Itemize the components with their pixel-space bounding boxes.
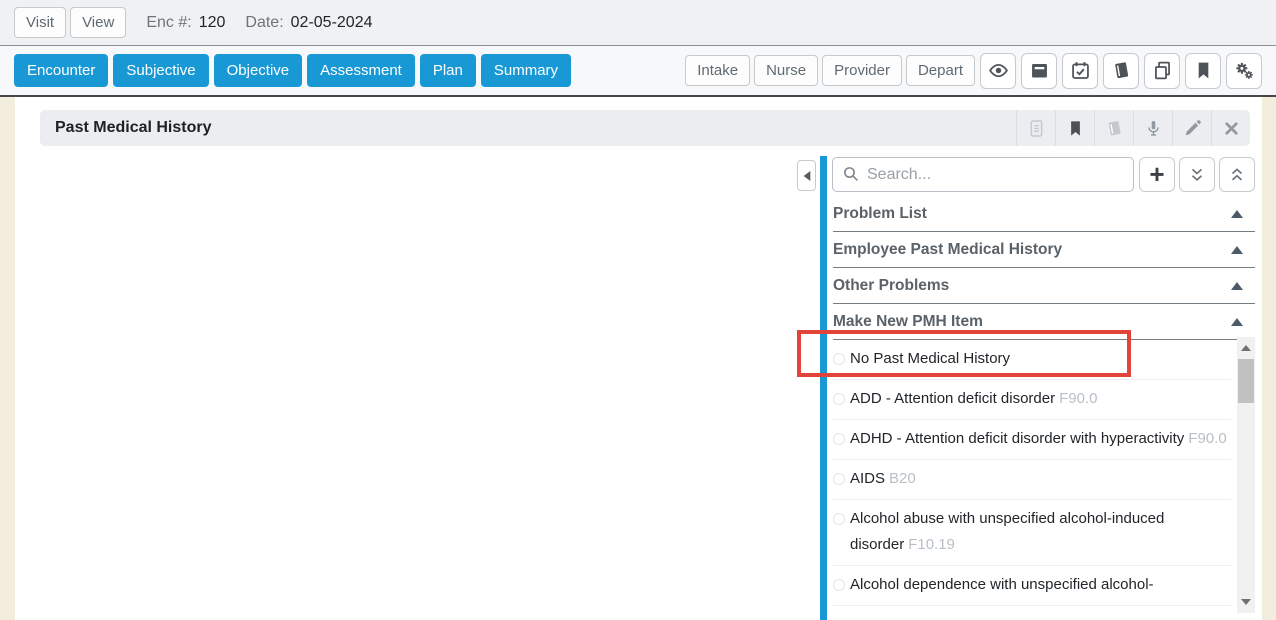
date-value: 02-05-2024 <box>291 14 373 32</box>
date-label: Date: <box>245 14 283 32</box>
icd-code: F90.0 <box>1188 430 1226 447</box>
item-label: Alcohol abuse with unspecified alcohol-i… <box>850 506 1231 558</box>
archive-icon[interactable] <box>1021 53 1057 89</box>
section-problem-list[interactable]: Problem List <box>833 196 1255 232</box>
section-other-problems[interactable]: Other Problems <box>833 268 1255 304</box>
main-toolbar: Encounter Subjective Objective Assessmen… <box>0 46 1276 97</box>
collapse-all-button[interactable] <box>1219 157 1255 192</box>
calendar-check-icon[interactable] <box>1062 53 1098 89</box>
list-item[interactable]: AIDSB20 <box>833 460 1231 500</box>
icd-code: F10.19 <box>908 536 955 553</box>
radio-circle-icon <box>833 433 845 445</box>
double-chevron-up-icon <box>1228 166 1246 184</box>
radio-circle-icon <box>833 579 845 591</box>
scroll-down-arrow-icon[interactable] <box>1237 593 1255 611</box>
radio-circle-icon <box>833 513 845 525</box>
enc-value: 120 <box>199 14 226 32</box>
document-icon[interactable] <box>1016 110 1055 146</box>
panel-splitter-bar[interactable] <box>820 156 827 620</box>
double-chevron-down-icon <box>1188 166 1206 184</box>
item-label: AIDSB20 <box>850 466 916 492</box>
visit-button[interactable]: Visit <box>14 7 66 38</box>
tab-subjective[interactable]: Subjective <box>113 54 208 87</box>
form-page: Past Medical History <box>15 97 1262 620</box>
icd-code: B20 <box>889 470 916 487</box>
tab-assessment[interactable]: Assessment <box>307 54 415 87</box>
add-item-button[interactable]: + <box>1139 157 1175 192</box>
tab-objective[interactable]: Objective <box>214 54 303 87</box>
section-label: Employee Past Medical History <box>833 241 1062 259</box>
intake-button[interactable]: Intake <box>685 55 750 86</box>
pmh-picker-panel: + Problem List Employee Past Medical His… <box>797 156 1257 620</box>
copy-icon[interactable] <box>1144 53 1180 89</box>
page-title: Past Medical History <box>55 119 212 137</box>
tab-plan[interactable]: Plan <box>420 54 476 87</box>
section-label: Problem List <box>833 205 927 223</box>
bookmark-icon[interactable] <box>1055 110 1094 146</box>
section-employee-pmh[interactable]: Employee Past Medical History <box>833 232 1255 268</box>
item-label: No Past Medical History <box>850 346 1010 372</box>
close-icon[interactable] <box>1211 110 1250 146</box>
chevron-left-icon <box>802 170 812 182</box>
list-item[interactable]: ADHD - Attention deficit disorder with h… <box>833 420 1231 460</box>
list-item[interactable]: No Past Medical History <box>833 340 1231 380</box>
book-icon[interactable] <box>1103 53 1139 89</box>
depart-button[interactable]: Depart <box>906 55 975 86</box>
section-label: Make New PMH Item <box>833 313 983 331</box>
collapse-arrow-icon <box>1231 318 1243 326</box>
collapse-arrow-icon <box>1231 210 1243 218</box>
icd-code: F90.0 <box>1059 390 1097 407</box>
pmh-item-list: No Past Medical History ADD - Attention d… <box>833 340 1231 606</box>
list-item[interactable]: Alcohol dependence with unspecified alco… <box>833 566 1231 606</box>
book-icon[interactable] <box>1094 110 1133 146</box>
radio-circle-icon <box>833 393 845 405</box>
item-label: ADD - Attention deficit disorderF90.0 <box>850 386 1097 412</box>
provider-button[interactable]: Provider <box>822 55 902 86</box>
encounter-date: Date: 02-05-2024 <box>245 14 372 32</box>
list-item[interactable]: ADD - Attention deficit disorderF90.0 <box>833 380 1231 420</box>
tab-summary[interactable]: Summary <box>481 54 571 87</box>
content-area: Past Medical History <box>0 97 1276 620</box>
eye-icon[interactable] <box>980 53 1016 89</box>
scroll-up-arrow-icon[interactable] <box>1237 339 1255 357</box>
bookmark-icon[interactable] <box>1185 53 1221 89</box>
collapse-panel-button[interactable] <box>797 160 816 191</box>
section-make-new-pmh[interactable]: Make New PMH Item <box>833 304 1255 340</box>
section-list: Problem List Employee Past Medical Histo… <box>833 196 1255 340</box>
item-label: ADHD - Attention deficit disorder with h… <box>850 426 1227 452</box>
enc-label: Enc #: <box>146 14 191 32</box>
nurse-button[interactable]: Nurse <box>754 55 818 86</box>
radio-circle-icon <box>833 353 845 365</box>
item-label: Alcohol dependence with unspecified alco… <box>850 572 1154 598</box>
microphone-icon[interactable] <box>1133 110 1172 146</box>
scrollbar[interactable] <box>1237 337 1255 613</box>
tab-encounter[interactable]: Encounter <box>14 54 108 87</box>
gears-icon[interactable] <box>1226 53 1262 89</box>
collapse-arrow-icon <box>1231 246 1243 254</box>
view-button[interactable]: View <box>70 7 126 38</box>
radio-circle-icon <box>833 473 845 485</box>
expand-all-button[interactable] <box>1179 157 1215 192</box>
encounter-number: Enc #: 120 <box>146 14 225 32</box>
search-icon <box>842 165 860 183</box>
list-item[interactable]: Alcohol abuse with unspecified alcohol-i… <box>833 500 1231 566</box>
scrollbar-thumb[interactable] <box>1238 359 1254 403</box>
search-input[interactable] <box>832 157 1134 192</box>
section-label: Other Problems <box>833 277 949 295</box>
top-bar: Visit View Enc #: 120 Date: 02-05-2024 <box>0 0 1276 46</box>
pencil-icon[interactable] <box>1172 110 1211 146</box>
pmh-header-bar: Past Medical History <box>40 110 1250 146</box>
collapse-arrow-icon <box>1231 282 1243 290</box>
